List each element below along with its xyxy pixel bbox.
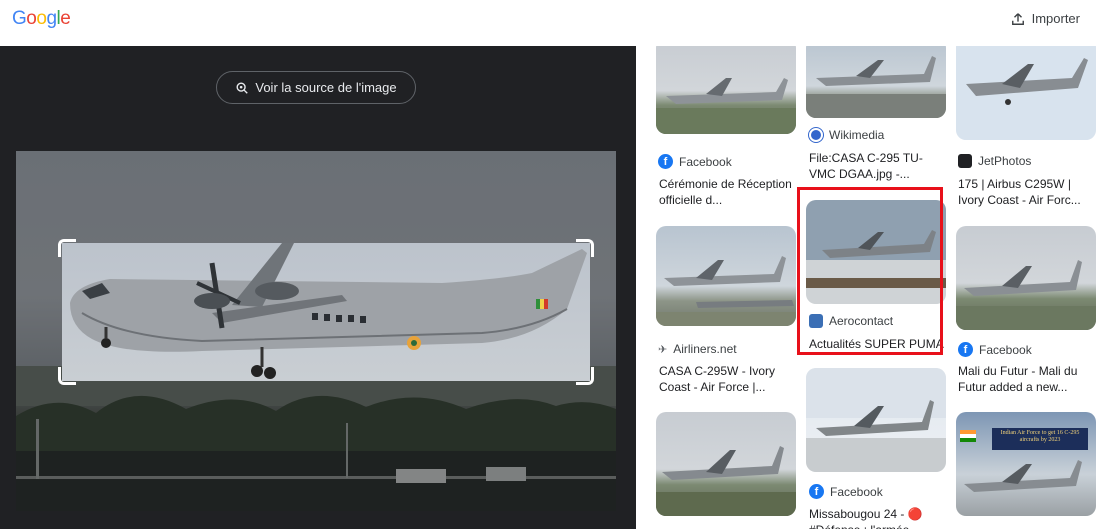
aircraft-thumb — [806, 56, 946, 118]
image-viewer: Voir la source de l'image — [0, 46, 636, 529]
result-title-4[interactable]: Cérémonie de Réception officielle d... — [659, 176, 797, 208]
result-source-6[interactable]: Aerocontact — [809, 314, 893, 328]
top-bar: Google Importer — [0, 0, 1100, 46]
result-source-4[interactable]: f Facebook — [658, 154, 732, 169]
source-label: Facebook — [979, 342, 1032, 357]
view-source-button[interactable]: Voir la source de l'image — [216, 71, 416, 104]
query-image — [16, 151, 616, 511]
airliners-icon: ✈ — [658, 343, 668, 356]
result-thumbnail-8[interactable] — [806, 368, 946, 472]
crop-handle-bottom-left[interactable] — [58, 367, 76, 385]
facebook-icon: f — [809, 484, 824, 499]
result-thumbnail-11[interactable]: Indian Air Force to get 16 C-295 aircraf… — [956, 412, 1096, 516]
google-logo[interactable]: Google — [12, 8, 71, 30]
aircraft-thumb — [806, 200, 946, 304]
result-title-7[interactable]: CASA C-295W - Ivory Coast - Air Force |.… — [659, 363, 797, 395]
aircraft-thumb — [956, 46, 1096, 140]
result-title-6[interactable]: Actualités SUPER PUMA — [809, 336, 947, 352]
result-thumbnail-3[interactable] — [956, 46, 1096, 140]
aircraft-thumb — [656, 446, 796, 516]
view-source-label: Voir la source de l'image — [255, 80, 397, 95]
aerocontact-icon — [809, 314, 823, 328]
result-title-9[interactable]: Missabougou 24 - 🔴 #Défense : l'armée... — [809, 506, 947, 529]
result-title-2[interactable]: File:CASA C-295 TU-VMC DGAA.jpg -... — [809, 150, 947, 182]
aircraft-thumb — [656, 256, 796, 326]
result-source-8[interactable]: f Facebook — [958, 342, 1032, 357]
aircraft-thumb — [656, 78, 796, 134]
crop-handle-bottom-right[interactable] — [576, 367, 594, 385]
source-label: Wikimedia — [829, 128, 885, 142]
facebook-icon: f — [958, 342, 973, 357]
result-thumbnail-2[interactable] — [806, 46, 946, 118]
result-thumbnail-9[interactable] — [656, 412, 796, 516]
import-label: Importer — [1031, 11, 1080, 26]
source-label: Airliners.net — [673, 342, 737, 356]
result-source-7[interactable]: ✈ Airliners.net — [658, 342, 737, 356]
aircraft-thumb — [956, 260, 1096, 330]
result-source-9[interactable]: f Facebook — [809, 484, 883, 499]
result-thumbnail-10[interactable] — [956, 226, 1096, 330]
aircraft-thumb — [964, 460, 1082, 492]
import-button[interactable]: Importer — [1011, 11, 1080, 26]
facebook-icon: f — [658, 154, 673, 169]
lens-icon — [236, 81, 249, 94]
upload-icon — [1011, 12, 1024, 25]
result-source-5[interactable]: JetPhotos — [958, 154, 1031, 168]
aircraft-image — [70, 243, 587, 379]
wikimedia-icon — [809, 128, 823, 142]
aircraft-thumb — [806, 368, 946, 472]
crop-handle-top-left[interactable] — [58, 239, 76, 257]
result-title-8[interactable]: Mali du Futur - Mali du Futur added a ne… — [958, 363, 1096, 395]
crop-selection[interactable] — [58, 239, 594, 385]
result-source-2[interactable]: Wikimedia — [809, 128, 884, 142]
jetphotos-icon — [958, 154, 972, 168]
result-title-5[interactable]: 175 | Airbus C295W | Ivory Coast - Air F… — [958, 176, 1096, 208]
result-thumbnail-6[interactable] — [806, 200, 946, 304]
source-label: Aerocontact — [829, 314, 894, 328]
source-label: Facebook — [830, 484, 883, 499]
result-thumbnail-1[interactable] — [656, 46, 796, 134]
source-label: JetPhotos — [978, 154, 1032, 168]
crop-handle-top-right[interactable] — [576, 239, 594, 257]
source-label: Facebook — [679, 154, 732, 169]
results-panel: f Facebook Cérémonie de Réception offici… — [636, 46, 1100, 529]
result-thumbnail-7[interactable] — [656, 226, 796, 326]
